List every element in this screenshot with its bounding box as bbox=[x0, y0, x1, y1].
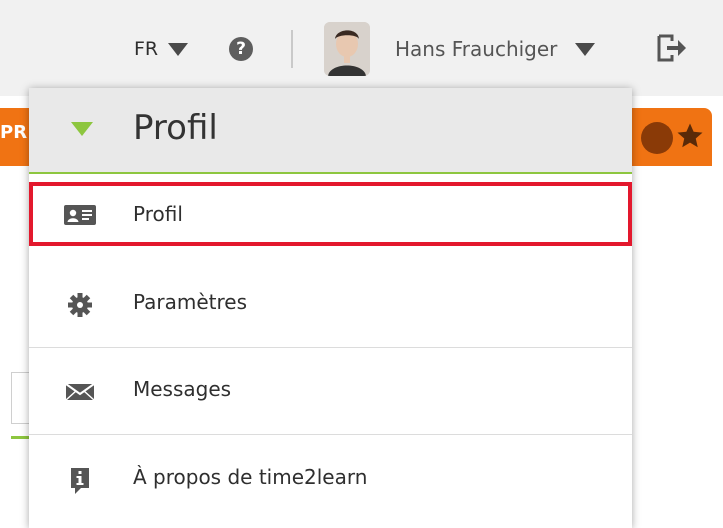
menu-item-messages[interactable]: Messages bbox=[29, 348, 632, 435]
menu-item-label: À propos de time2learn bbox=[133, 465, 368, 489]
help-icon[interactable]: ? bbox=[229, 37, 253, 61]
logout-icon[interactable] bbox=[656, 33, 688, 63]
user-menu[interactable]: Hans Frauchiger bbox=[395, 33, 596, 65]
menu-item-label: Paramètres bbox=[133, 290, 248, 314]
triangle-down-icon bbox=[71, 122, 93, 136]
avatar[interactable] bbox=[324, 22, 370, 76]
chevron-down-icon bbox=[575, 42, 596, 56]
user-name: Hans Frauchiger bbox=[395, 37, 558, 61]
menu-item-label: Messages bbox=[133, 377, 232, 401]
language-label: FR bbox=[134, 38, 159, 60]
menu-item-profil[interactable]: Profil bbox=[29, 182, 632, 246]
chevron-down-icon bbox=[168, 42, 189, 56]
envelope-icon bbox=[63, 379, 97, 403]
dropdown-header[interactable]: Profil bbox=[29, 88, 632, 174]
banner-badge bbox=[641, 122, 673, 154]
language-selector[interactable]: FR bbox=[134, 32, 189, 66]
menu-item-about[interactable]: À propos de time2learn bbox=[29, 436, 632, 522]
gear-icon bbox=[63, 292, 97, 317]
background-underline bbox=[11, 436, 31, 439]
id-card-icon bbox=[63, 203, 97, 227]
menu-item-parametres[interactable]: Paramètres bbox=[29, 261, 632, 348]
star-icon[interactable] bbox=[675, 121, 705, 151]
menu-item-label: Profil bbox=[133, 202, 183, 226]
header-divider bbox=[291, 30, 293, 68]
info-bubble-icon bbox=[63, 467, 97, 494]
profile-dropdown: Profil Profil Paramètres Messages À prop… bbox=[29, 88, 632, 528]
banner-label: PR bbox=[0, 122, 28, 143]
dropdown-title: Profil bbox=[133, 108, 218, 148]
